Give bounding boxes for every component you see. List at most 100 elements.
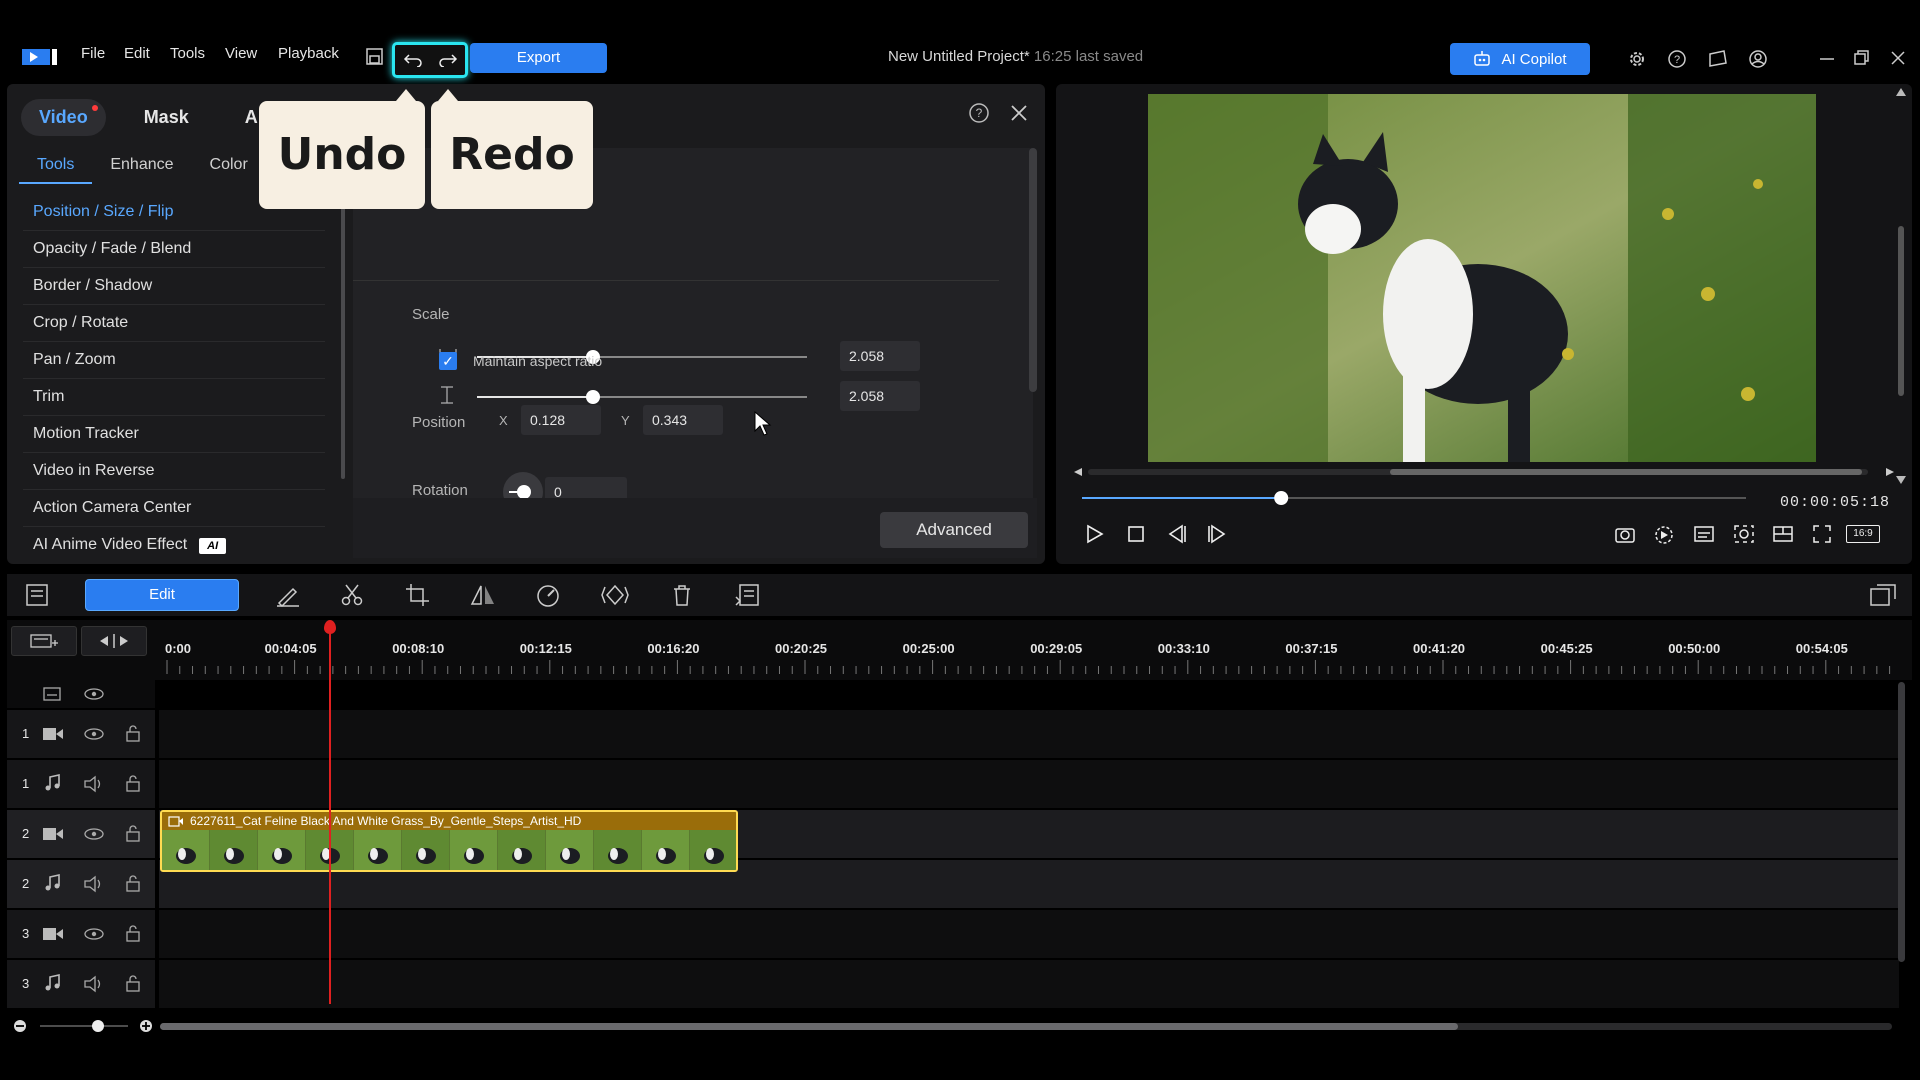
preview-horizontal-scrollbar[interactable]	[1074, 468, 1894, 476]
panel-close-icon[interactable]	[1009, 103, 1029, 123]
scale-height-slider[interactable]	[585, 390, 600, 404]
tool-border-shadow[interactable]: Border / Shadow	[23, 268, 325, 305]
video-clip[interactable]: 6227611_Cat Feline Black And White Grass…	[160, 810, 738, 872]
edit-button[interactable]: Edit	[85, 579, 239, 611]
eye-icon[interactable]	[83, 926, 105, 942]
eye-icon[interactable]	[83, 686, 105, 702]
lock-icon[interactable]	[125, 724, 141, 742]
y-label: Y	[621, 413, 630, 428]
tool-ai-anime-video-effect[interactable]: AI Anime Video Effect AI	[23, 527, 325, 554]
eye-icon[interactable]	[83, 726, 105, 742]
timeline-scroll-thumb[interactable]	[160, 1023, 1458, 1030]
stop-icon[interactable]	[1126, 524, 1146, 544]
cut-scissors-icon[interactable]	[340, 583, 364, 607]
more-tools-icon[interactable]	[734, 583, 760, 607]
tool-crop-rotate[interactable]: Crop / Rotate	[23, 305, 325, 342]
scale-height-input[interactable]: 2.058	[840, 381, 920, 411]
zoom-in-icon[interactable]	[138, 1018, 154, 1034]
tab-video[interactable]: Video	[21, 98, 106, 136]
keyframe-icon[interactable]	[601, 583, 629, 607]
help-icon[interactable]: ?	[1667, 49, 1687, 69]
play-icon[interactable]	[1084, 524, 1104, 544]
lock-icon[interactable]	[125, 774, 141, 792]
settings-gear-icon[interactable]	[1627, 49, 1647, 69]
timeline-view-icon[interactable]	[25, 583, 49, 607]
video-track-row[interactable]	[159, 910, 1899, 958]
fit-timeline-button[interactable]	[81, 626, 147, 656]
ai-copilot-button[interactable]: AI Copilot	[1450, 43, 1590, 75]
subtitle-track-icon[interactable]	[42, 686, 62, 702]
lock-icon[interactable]	[125, 924, 141, 942]
position-x-input[interactable]: 0.128	[521, 405, 601, 435]
playhead[interactable]	[329, 626, 331, 1004]
scale-width-input[interactable]: 2.058	[840, 341, 920, 371]
speaker-icon[interactable]	[83, 875, 105, 893]
position-y-input[interactable]: 0.343	[643, 405, 723, 435]
speed-icon[interactable]	[535, 583, 561, 607]
zoom-slider[interactable]	[40, 1018, 130, 1034]
menu-edit[interactable]: Edit	[124, 45, 150, 62]
restore-icon[interactable]	[1854, 50, 1870, 66]
pen-icon[interactable]	[275, 583, 301, 607]
crop-icon[interactable]	[405, 583, 431, 607]
delete-trash-icon[interactable]	[671, 583, 693, 607]
account-icon[interactable]	[1748, 49, 1768, 69]
video-track-row[interactable]	[159, 710, 1899, 758]
subtab-enhance[interactable]: Enhance	[92, 148, 191, 184]
timeline-ruler[interactable]: 0:00 00:04:05 00:08:10 00:12:15 00:16:20 00:2…	[7, 620, 1912, 680]
preview-video-frame[interactable]	[1148, 94, 1816, 462]
subtab-tools[interactable]: Tools	[19, 148, 93, 184]
speaker-icon[interactable]	[83, 975, 105, 993]
tool-action-camera-center[interactable]: Action Camera Center	[23, 490, 325, 527]
menu-tools[interactable]: Tools	[170, 45, 205, 62]
close-window-icon[interactable]	[1890, 50, 1906, 66]
preview-vertical-scrollbar[interactable]	[1894, 86, 1908, 486]
flip-icon[interactable]	[470, 583, 496, 607]
zoom-out-icon[interactable]	[12, 1018, 28, 1034]
advanced-button[interactable]: Advanced	[880, 512, 1028, 548]
tool-video-in-reverse[interactable]: Video in Reverse	[23, 453, 325, 490]
menu-file[interactable]: File	[81, 45, 105, 62]
previous-frame-icon[interactable]	[1166, 524, 1188, 544]
playhead-handle[interactable]	[324, 620, 336, 634]
layout-icon[interactable]	[1772, 524, 1794, 544]
export-button[interactable]: Export	[470, 43, 607, 73]
audio-track-row[interactable]	[159, 760, 1899, 808]
playback-progress[interactable]	[1082, 490, 1752, 506]
subtitle-icon[interactable]	[1693, 524, 1715, 544]
save-icon[interactable]	[366, 48, 384, 66]
preview-quality-icon[interactable]	[1653, 524, 1675, 544]
fullscreen-icon[interactable]	[1812, 524, 1832, 544]
aspect-ratio-button[interactable]: 16:9	[1846, 525, 1880, 543]
audio-track-row[interactable]	[159, 960, 1899, 1008]
timeline-horizontal-scrollbar[interactable]	[160, 1023, 1892, 1030]
minimize-icon[interactable]	[1819, 52, 1835, 66]
tracks-vertical-scrollbar[interactable]	[1898, 682, 1905, 962]
tool-trim[interactable]: Trim	[23, 379, 325, 416]
maintain-aspect-checkbox[interactable]: ✓	[439, 352, 457, 370]
eye-icon[interactable]	[83, 826, 105, 842]
add-track-button[interactable]	[11, 626, 77, 656]
menu-view[interactable]: View	[225, 45, 257, 62]
tool-opacity-fade-blend[interactable]: Opacity / Fade / Blend	[23, 231, 325, 268]
snapshot-camera-icon[interactable]	[1614, 524, 1636, 544]
lock-icon[interactable]	[125, 824, 141, 842]
redo-icon[interactable]	[438, 53, 458, 67]
lock-icon[interactable]	[125, 874, 141, 892]
tab-mask[interactable]: Mask	[126, 99, 207, 136]
menu-playback[interactable]: Playback	[278, 45, 339, 62]
subtab-color[interactable]: Color	[192, 148, 266, 184]
tool-pan-zoom[interactable]: Pan / Zoom	[23, 342, 325, 379]
properties-scrollbar[interactable]	[1029, 148, 1037, 392]
panel-help-icon[interactable]: ?	[968, 102, 990, 124]
speaker-icon[interactable]	[83, 775, 105, 793]
svg-text:?: ?	[1674, 54, 1680, 66]
undo-icon[interactable]	[403, 53, 423, 67]
detach-timeline-icon[interactable]	[1869, 583, 1897, 607]
tool-motion-tracker[interactable]: Motion Tracker	[23, 416, 325, 453]
thumbnail-cat-white	[274, 848, 282, 860]
feedback-icon[interactable]	[1707, 49, 1729, 69]
lock-icon[interactable]	[125, 974, 141, 992]
next-frame-icon[interactable]	[1206, 524, 1228, 544]
zoom-preview-icon[interactable]	[1733, 524, 1755, 544]
